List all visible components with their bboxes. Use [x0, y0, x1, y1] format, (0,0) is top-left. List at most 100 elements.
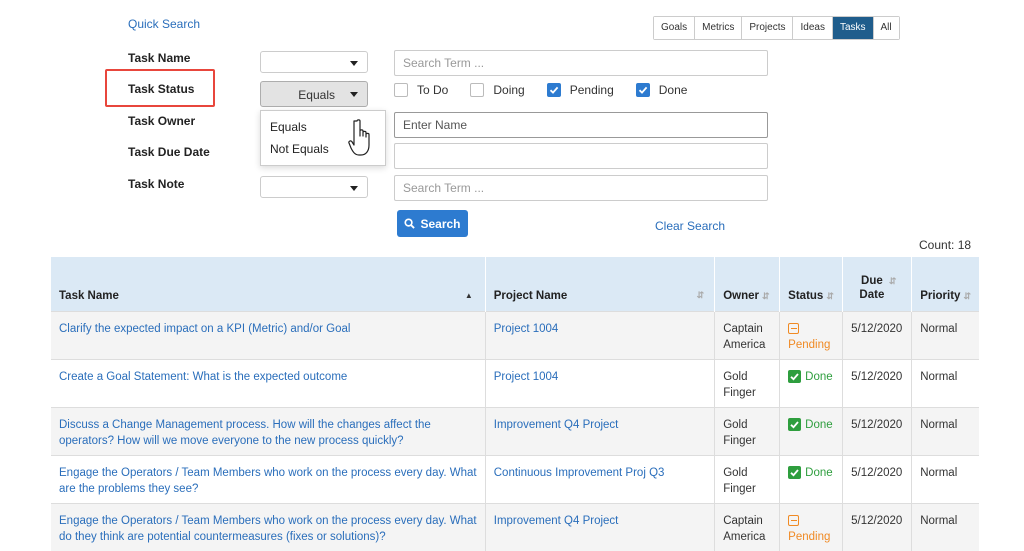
table-header-row: Task Name▲ Project Name⇵ Owner⇵ Status⇵ …	[51, 257, 979, 312]
sort-asc-icon: ▲	[465, 291, 473, 300]
task-note-input[interactable]: Search Term ...	[394, 175, 768, 201]
result-count: Count: 18	[919, 238, 971, 252]
type-tabs: Goals Metrics Projects Ideas Tasks All	[653, 16, 900, 40]
cell-due-date: 5/12/2020	[843, 312, 912, 360]
check-square-icon	[788, 466, 801, 479]
col-due-date[interactable]: Due Date⇵	[843, 257, 912, 312]
task-status-operator-select[interactable]: Equals	[260, 81, 368, 107]
col-project-name[interactable]: Project Name⇵	[485, 257, 714, 312]
col-task-name[interactable]: Task Name▲	[51, 257, 485, 312]
tab-projects[interactable]: Projects	[741, 17, 792, 39]
cell-project: Improvement Q4 Project	[485, 504, 714, 551]
hand-pointer-icon	[345, 118, 375, 160]
cell-priority: Normal	[912, 456, 979, 504]
cell-task: Discuss a Change Management process. How…	[51, 408, 485, 456]
cell-project: Continuous Improvement Proj Q3	[485, 456, 714, 504]
chevron-down-icon	[350, 61, 358, 66]
sort-icon: ⇵	[963, 291, 971, 301]
col-status[interactable]: Status⇵	[780, 257, 843, 312]
cell-task: Clarify the expected impact on a KPI (Me…	[51, 312, 485, 360]
tasks-table: Task Name▲ Project Name⇵ Owner⇵ Status⇵ …	[51, 257, 979, 551]
cell-status: Pending	[780, 504, 843, 551]
task-status-operator-value: Equals	[298, 88, 335, 102]
task-note-label: Task Note	[128, 177, 184, 191]
cell-due-date: 5/12/2020	[843, 456, 912, 504]
tab-metrics[interactable]: Metrics	[694, 17, 741, 39]
task-link[interactable]: Engage the Operators / Team Members who …	[59, 515, 477, 543]
clear-search-link[interactable]: Clear Search	[655, 219, 725, 233]
tab-ideas[interactable]: Ideas	[792, 17, 831, 39]
chevron-down-icon	[350, 186, 358, 191]
checkbox-checked[interactable]	[636, 83, 650, 97]
task-due-date-input[interactable]	[394, 143, 768, 169]
status-option-todo[interactable]: To Do	[394, 83, 448, 97]
checkbox[interactable]	[394, 83, 408, 97]
search-button[interactable]: Search	[397, 210, 468, 237]
sort-icon: ⇵	[697, 290, 705, 301]
task-name-input[interactable]: Search Term ...	[394, 50, 768, 76]
cell-status: Pending	[780, 312, 843, 360]
cell-task: Create a Goal Statement: What is the exp…	[51, 360, 485, 408]
project-link[interactable]: Project 1004	[494, 323, 559, 335]
sort-icon: ⇵	[889, 276, 897, 286]
table-row[interactable]: Create a Goal Statement: What is the exp…	[51, 360, 979, 408]
project-link[interactable]: Continuous Improvement Proj Q3	[494, 467, 665, 479]
check-square-icon	[788, 370, 801, 383]
task-link[interactable]: Engage the Operators / Team Members who …	[59, 467, 477, 495]
checkbox[interactable]	[470, 83, 484, 97]
chevron-down-icon	[350, 92, 358, 97]
task-status-highlight	[105, 69, 215, 107]
cell-project: Improvement Q4 Project	[485, 408, 714, 456]
table-row[interactable]: Engage the Operators / Team Members who …	[51, 456, 979, 504]
tab-tasks[interactable]: Tasks	[832, 17, 873, 39]
project-link[interactable]: Project 1004	[494, 371, 559, 383]
cell-due-date: 5/12/2020	[843, 504, 912, 551]
cell-status: Done	[780, 408, 843, 456]
cell-priority: Normal	[912, 504, 979, 551]
tab-goals[interactable]: Goals	[654, 17, 694, 39]
task-link[interactable]: Discuss a Change Management process. How…	[59, 419, 431, 447]
status-option-done[interactable]: Done	[636, 83, 688, 97]
project-link[interactable]: Improvement Q4 Project	[494, 419, 619, 431]
cell-owner: Gold Finger	[715, 408, 780, 456]
table-row[interactable]: Engage the Operators / Team Members who …	[51, 504, 979, 551]
task-name-label: Task Name	[128, 51, 190, 65]
task-due-date-label: Task Due Date	[128, 145, 210, 159]
cell-status: Done	[780, 456, 843, 504]
cell-owner: Captain America	[715, 312, 780, 360]
task-link[interactable]: Create a Goal Statement: What is the exp…	[59, 371, 347, 383]
task-owner-label: Task Owner	[128, 114, 195, 128]
sort-icon: ⇵	[762, 291, 770, 301]
quick-search-link[interactable]: Quick Search	[128, 17, 200, 31]
cell-project: Project 1004	[485, 312, 714, 360]
tab-all[interactable]: All	[873, 17, 899, 39]
status-checkbox-group: To Do Doing Pending Done	[394, 83, 709, 97]
task-owner-input[interactable]: Enter Name	[394, 112, 768, 138]
cell-priority: Normal	[912, 408, 979, 456]
search-icon	[404, 218, 415, 229]
cell-task: Engage the Operators / Team Members who …	[51, 504, 485, 551]
cell-owner: Captain America	[715, 504, 780, 551]
table-row[interactable]: Clarify the expected impact on a KPI (Me…	[51, 312, 979, 360]
table-row[interactable]: Discuss a Change Management process. How…	[51, 408, 979, 456]
minus-square-icon	[788, 515, 799, 526]
cell-priority: Normal	[912, 360, 979, 408]
project-link[interactable]: Improvement Q4 Project	[494, 515, 619, 527]
cell-task: Engage the Operators / Team Members who …	[51, 456, 485, 504]
cell-priority: Normal	[912, 312, 979, 360]
cell-owner: Gold Finger	[715, 456, 780, 504]
cell-due-date: 5/12/2020	[843, 360, 912, 408]
cell-owner: Gold Finger	[715, 360, 780, 408]
task-name-operator-select[interactable]	[260, 51, 368, 73]
col-owner[interactable]: Owner⇵	[715, 257, 780, 312]
status-option-doing[interactable]: Doing	[470, 83, 524, 97]
status-option-pending[interactable]: Pending	[547, 83, 614, 97]
cell-status: Done	[780, 360, 843, 408]
checkbox-checked[interactable]	[547, 83, 561, 97]
minus-square-icon	[788, 323, 799, 334]
cell-due-date: 5/12/2020	[843, 408, 912, 456]
task-link[interactable]: Clarify the expected impact on a KPI (Me…	[59, 323, 350, 335]
col-priority[interactable]: Priority⇵	[912, 257, 979, 312]
cell-project: Project 1004	[485, 360, 714, 408]
task-note-operator-select[interactable]	[260, 176, 368, 198]
